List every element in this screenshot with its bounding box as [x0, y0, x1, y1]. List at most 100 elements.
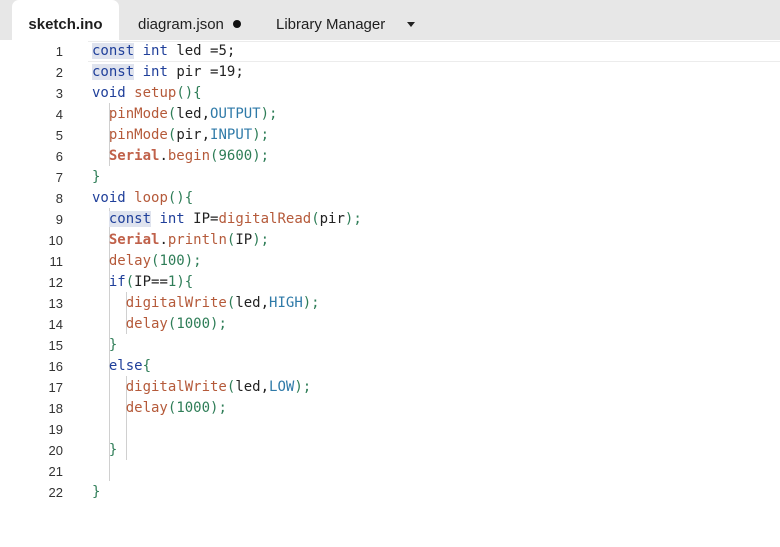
code-token: IP=: [184, 211, 219, 227]
code-line[interactable]: 16 else{: [0, 356, 780, 377]
code-token: Serial: [108, 232, 160, 248]
code-token: 1000: [176, 316, 211, 332]
code-token: digitalWrite: [125, 295, 227, 311]
tab-sketch-ino[interactable]: sketch.ino: [12, 0, 119, 40]
code-line[interactable]: 3 void setup(){: [0, 83, 780, 104]
code-token: }: [92, 169, 101, 185]
code-token: led,: [176, 106, 211, 122]
code-line[interactable]: 11 delay(100);: [0, 251, 780, 272]
tab-library-manager[interactable]: Library Manager: [276, 0, 385, 40]
code-token: );: [252, 232, 270, 248]
code-line[interactable]: 20 }: [0, 440, 780, 461]
code-token: (){: [167, 190, 194, 206]
code-line[interactable]: 6 Serial.begin(9600);: [0, 146, 780, 167]
code-token: 100: [159, 253, 185, 269]
code-editor[interactable]: 1 const int led =5; 2 const int pir =19; 3 vo…: [0, 40, 780, 547]
code-text: digitalWrite(led,LOW);: [92, 377, 311, 398]
line-number: 17: [48, 380, 63, 395]
code-token: ){: [176, 274, 194, 290]
line-number: 15: [48, 338, 63, 353]
code-line[interactable]: 2 const int pir =19;: [0, 62, 780, 83]
line-number: 8: [55, 191, 63, 206]
code-text: delay(1000);: [92, 398, 227, 419]
code-token: (: [311, 211, 320, 227]
code-token: delay: [125, 316, 168, 332]
code-line[interactable]: 18 delay(1000);: [0, 398, 780, 419]
code-line[interactable]: 9 const int IP=digitalRead(pir);: [0, 209, 780, 230]
code-token: pinMode: [108, 127, 168, 143]
code-token: pinMode: [108, 106, 168, 122]
code-line[interactable]: 12 if(IP==1){: [0, 272, 780, 293]
code-line[interactable]: 22}: [0, 482, 780, 503]
code-token: IP==: [134, 274, 168, 290]
line-number: 22: [48, 485, 63, 500]
code-token: );: [302, 295, 320, 311]
code-token: );: [252, 148, 270, 164]
caret-down-icon[interactable]: [407, 22, 415, 27]
code-token: Serial: [108, 148, 160, 164]
code-line[interactable]: 13 digitalWrite(led,HIGH);: [0, 293, 780, 314]
code-token: pir,: [176, 127, 211, 143]
code-line[interactable]: 19: [0, 419, 780, 440]
code-token: LOW: [269, 379, 295, 395]
line-number: 1: [55, 44, 63, 59]
code-line[interactable]: 14 delay(1000);: [0, 314, 780, 335]
code-token: 9600: [218, 148, 253, 164]
code-token: );: [184, 253, 202, 269]
tab-diagram-json[interactable]: diagram.json: [138, 0, 241, 40]
code-token: led: [167, 43, 211, 59]
code-text: else{: [92, 356, 151, 377]
code-token: );: [260, 106, 278, 122]
unsaved-dot-icon: [232, 20, 241, 29]
code-token: const: [108, 211, 152, 227]
code-token: 1000: [176, 400, 211, 416]
code-token: digitalRead: [218, 211, 312, 227]
code-token: HIGH: [269, 295, 303, 311]
code-token: ;: [226, 43, 236, 59]
code-line[interactable]: 8 void loop(){: [0, 188, 780, 209]
code-line[interactable]: 21: [0, 461, 780, 482]
code-line[interactable]: 10 Serial.println(IP);: [0, 230, 780, 251]
code-text: if(IP==1){: [92, 272, 193, 293]
code-token: if: [108, 274, 126, 290]
code-token: (){: [176, 85, 202, 101]
code-token: );: [294, 379, 312, 395]
code-token: delay: [108, 253, 152, 269]
code-token: );: [210, 400, 227, 416]
tab-label: Library Manager: [276, 16, 386, 33]
code-token: INPUT: [210, 127, 253, 143]
code-token: pir: [167, 64, 211, 80]
code-token: }: [92, 484, 101, 500]
code-line[interactable]: 4 pinMode(led,OUTPUT);: [0, 104, 780, 125]
line-number: 13: [48, 296, 63, 311]
code-line[interactable]: 1 const int led =5;: [0, 41, 780, 62]
code-token: =5: [210, 43, 227, 59]
line-number: 14: [48, 317, 63, 332]
line-number: 16: [48, 359, 63, 374]
line-number: 18: [48, 401, 63, 416]
code-line[interactable]: 5 pinMode(pir,INPUT);: [0, 125, 780, 146]
code-text: digitalWrite(led,HIGH);: [92, 293, 320, 314]
code-line[interactable]: 17 digitalWrite(led,LOW);: [0, 377, 780, 398]
code-text: void setup(){: [92, 83, 202, 104]
code-line[interactable]: 7}: [0, 167, 780, 188]
code-token: ;: [235, 64, 244, 80]
line-number: 5: [55, 128, 63, 143]
code-line[interactable]: 15 }: [0, 335, 780, 356]
code-token: );: [344, 211, 362, 227]
code-token: else: [108, 358, 143, 374]
code-token: led,: [235, 295, 270, 311]
line-number: 19: [48, 422, 63, 437]
